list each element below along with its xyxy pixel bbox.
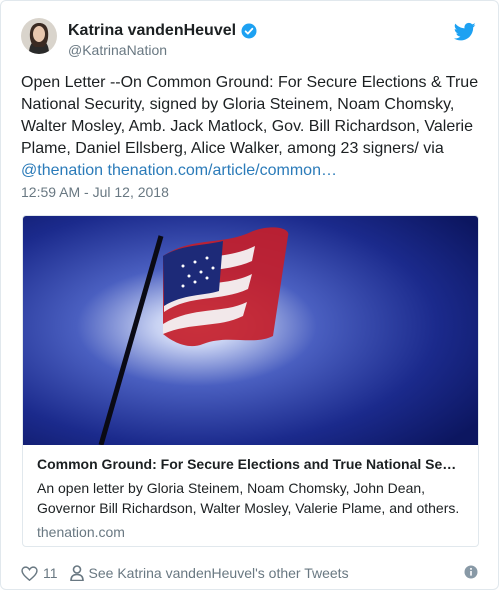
tweet-body: Open Letter --On Common Ground: For Secu…: [21, 74, 479, 157]
tweet-timestamp[interactable]: 12:59 AM - Jul 12, 2018: [21, 184, 169, 200]
author-handle[interactable]: @KatrinaNation: [68, 42, 258, 58]
author-name-text[interactable]: Katrina vandenHeuvel: [68, 22, 236, 40]
see-other-tweets-label[interactable]: See Katrina vandenHeuvel's other Tweets: [89, 565, 349, 581]
card-title[interactable]: Common Ground: For Secure Elections and …: [37, 456, 464, 472]
card-image-flag[interactable]: [23, 216, 479, 445]
link-card[interactable]: Common Ground: For Secure Elections and …: [22, 215, 479, 547]
heart-icon: [21, 565, 38, 581]
like-count: 11: [43, 565, 58, 581]
mention-link[interactable]: @thenation: [21, 162, 103, 179]
card-body: Common Ground: For Secure Elections and …: [37, 456, 464, 540]
card-description: An open letter by Gloria Steinem, Noam C…: [37, 480, 460, 516]
author-names: Katrina vandenHeuvel @KatrinaNation: [68, 22, 258, 58]
tweet-footer: 11 See Katrina vandenHeuvel's other Twee…: [21, 563, 478, 583]
verified-badge-icon: [241, 23, 257, 39]
author-display-name[interactable]: Katrina vandenHeuvel: [68, 22, 258, 40]
avatar[interactable]: [21, 18, 57, 54]
card-domain: thenation.com: [37, 524, 125, 540]
person-icon: [69, 565, 84, 581]
info-icon[interactable]: [464, 565, 478, 579]
tweet-header: Katrina vandenHeuvel @KatrinaNation: [21, 18, 478, 62]
tweet-text: Open Letter --On Common Ground: For Secu…: [21, 72, 483, 182]
article-url-link[interactable]: thenation.com/article/common…: [108, 162, 337, 179]
twitter-bird-icon[interactable]: [454, 22, 476, 42]
see-other-tweets-link[interactable]: See Katrina vandenHeuvel's other Tweets: [69, 565, 349, 581]
like-button[interactable]: 11: [21, 565, 58, 581]
embedded-tweet: Katrina vandenHeuvel @KatrinaNation Open…: [0, 0, 499, 590]
